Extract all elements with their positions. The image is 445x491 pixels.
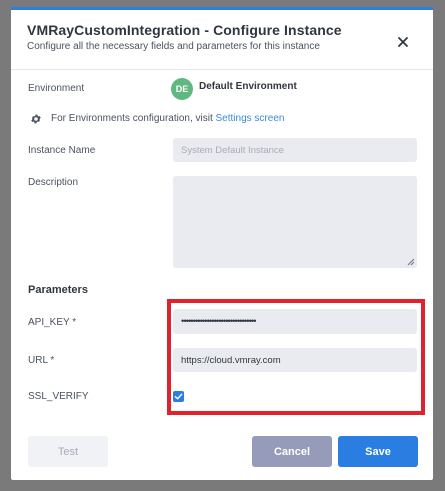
url-label: URL *: [28, 355, 55, 366]
close-icon[interactable]: [395, 34, 411, 50]
environment-label: Environment: [28, 83, 85, 94]
dialog-header: VMRayCustomIntegration - Configure Insta…: [27, 22, 417, 52]
save-button[interactable]: Save: [338, 436, 418, 467]
instance-name-label: Instance Name: [28, 145, 96, 156]
environment-info-text: For Environments configuration, visit: [51, 113, 216, 124]
parameters-heading: Parameters: [28, 284, 88, 296]
api-key-label: API_KEY *: [28, 317, 77, 328]
gear-icon: [31, 114, 41, 124]
description-textarea[interactable]: [173, 176, 417, 268]
instance-name-placeholder: System Default Instance: [181, 144, 284, 156]
environment-name: Default Environment: [199, 81, 297, 92]
dialog-title: VMRayCustomIntegration - Configure Insta…: [27, 22, 342, 38]
cancel-button[interactable]: Cancel: [252, 436, 332, 467]
description-label: Description: [28, 177, 79, 188]
environment-badge: DE: [171, 78, 193, 100]
settings-screen-link[interactable]: Settings screen: [216, 113, 285, 124]
instance-name-input[interactable]: System Default Instance: [173, 138, 417, 162]
dialog-subtitle: Configure all the necessary fields and p…: [27, 41, 320, 52]
resize-grip-icon[interactable]: [407, 258, 415, 266]
test-button[interactable]: Test: [28, 436, 108, 467]
configure-instance-dialog: VMRayCustomIntegration - Configure Insta…: [11, 7, 433, 480]
parameters-highlight-box: [167, 299, 425, 415]
environment-info: For Environments configuration, visit Se…: [51, 113, 284, 124]
ssl-verify-label: SSL_VERIFY: [28, 391, 89, 402]
header-divider: [11, 69, 433, 70]
